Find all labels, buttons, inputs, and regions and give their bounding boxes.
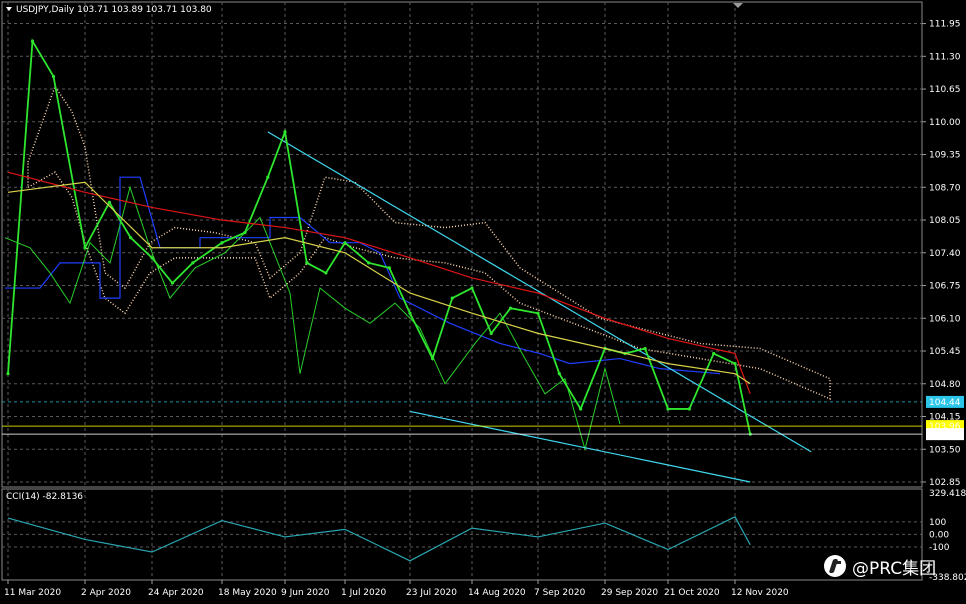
price-tag-label: 104.44 (929, 398, 961, 408)
price-point (387, 266, 391, 270)
x-tick-label: 12 Nov 2020 (731, 588, 789, 598)
price-point (305, 261, 309, 265)
trendline-lower (409, 410, 751, 483)
y-tick-label: 111.95 (929, 20, 961, 30)
price-point (30, 39, 35, 43)
price-point (129, 236, 133, 240)
price-point (733, 362, 737, 366)
x-tick-label: 24 Apr 2020 (148, 588, 204, 598)
y-tick-label: 106.10 (929, 314, 961, 324)
x-tick-label: 29 Sep 2020 (601, 588, 658, 598)
y-tick-label: 105.45 (929, 347, 961, 357)
cci-y-tick-label: 0.00 (929, 530, 949, 540)
x-tick-label: 21 Oct 2020 (664, 588, 720, 598)
price-point (408, 311, 412, 315)
moving-average-slow-line (7, 171, 751, 395)
prc-logo-icon (824, 555, 846, 577)
y-tick-label: 111.30 (929, 52, 961, 62)
price-point (191, 261, 195, 265)
price-point (266, 175, 270, 179)
price-point (712, 351, 716, 356)
x-tick-label: 14 Aug 2020 (468, 588, 526, 598)
y-tick-label: 110.00 (929, 118, 961, 128)
price-point (450, 296, 454, 300)
y-tick-label: 104.80 (929, 380, 961, 390)
price-point (243, 231, 247, 235)
price-point (324, 271, 328, 275)
cci-header: CCI(14) -82.8136 (6, 492, 83, 502)
price-point (666, 407, 670, 411)
y-tick-label: 102.85 (929, 478, 961, 488)
cci-y-tick-label: 100 (929, 518, 946, 528)
price-line (7, 38, 752, 435)
y-tick-label: 110.65 (929, 85, 961, 95)
moving-average-fast-line (7, 181, 751, 385)
y-tick-label: 107.40 (929, 249, 961, 259)
price-point (489, 331, 493, 335)
price-point (283, 130, 287, 134)
x-tick-label: 18 May 2020 (218, 588, 277, 598)
y-tick-label: 108.05 (929, 216, 961, 226)
x-tick-label: 9 Jun 2020 (281, 588, 330, 598)
price-tag-label: 103.80 (929, 430, 961, 440)
y-tick-label: 106.75 (929, 282, 961, 292)
y-tick-label: 109.35 (929, 151, 961, 161)
price-point (107, 200, 111, 204)
x-tick-label: 2 Apr 2020 (81, 588, 131, 598)
x-tick-label: 11 Mar 2020 (4, 588, 61, 598)
shift-marker-icon[interactable] (733, 3, 743, 8)
watermark: @PRC集团 (824, 553, 964, 579)
price-point (343, 241, 347, 245)
price-point (220, 241, 224, 245)
x-tick-label: 23 Jul 2020 (406, 588, 457, 598)
price-point (579, 407, 583, 411)
price-point (536, 311, 540, 315)
main-plot-frame (1, 1, 923, 488)
y-tick-label: 103.50 (929, 445, 961, 455)
cci-y-tick-label: -100 (929, 543, 950, 553)
price-point (51, 74, 56, 79)
price-point (643, 346, 647, 351)
symbol-header: USDJPY,Daily 103.71 103.89 103.71 103.80 (16, 5, 212, 15)
price-point (470, 286, 474, 290)
x-tick-label: 1 Jul 2020 (341, 588, 386, 598)
price-point (6, 372, 10, 376)
price-point (508, 306, 513, 310)
watermark-text: @PRC集团 (852, 558, 937, 579)
price-point (170, 281, 175, 285)
trendline-upper (267, 131, 812, 453)
price-point (150, 256, 154, 260)
x-tick-label: 7 Sep 2020 (534, 588, 586, 598)
chart-canvas[interactable]: 111.95 111.30 110.65 110.00 109.35 108.70 108.… (0, 0, 966, 604)
price-point (687, 407, 691, 411)
price-point (430, 356, 435, 361)
price-point (83, 246, 87, 250)
y-tick-label: 108.70 (929, 183, 961, 193)
cci-line (7, 516, 751, 562)
price-point (367, 261, 371, 265)
dropdown-arrow-icon[interactable] (6, 7, 12, 11)
cci-y-tick-label: 329.4185 (929, 489, 966, 499)
price-point (557, 372, 561, 376)
